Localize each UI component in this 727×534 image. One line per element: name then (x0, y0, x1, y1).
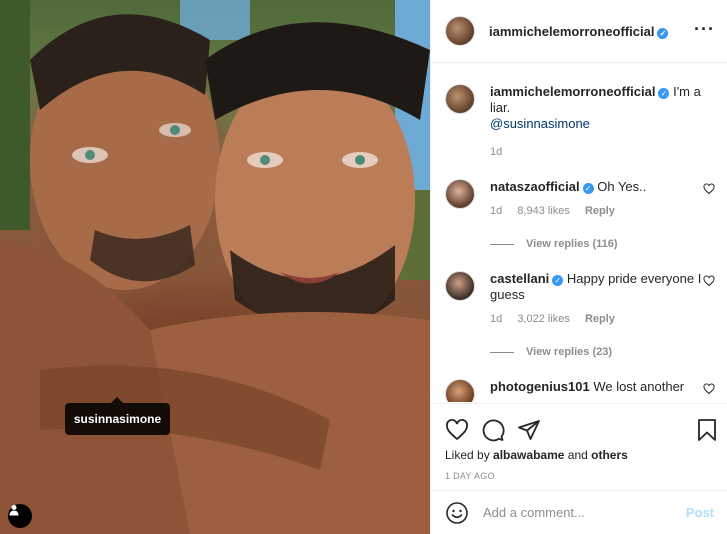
author-avatar[interactable] (445, 84, 475, 114)
save-bookmark-icon[interactable] (696, 418, 718, 442)
photo-illustration (0, 0, 430, 534)
view-replies-button[interactable]: View replies (23) (490, 346, 612, 358)
comment-meta: 1d 8,943 likes Reply (490, 205, 715, 217)
reply-button[interactable]: Reply (585, 205, 615, 217)
view-replies-label[interactable]: View replies (23) (526, 346, 612, 358)
replies-divider (490, 351, 514, 353)
action-icons (445, 418, 541, 442)
commenter-avatar[interactable] (445, 179, 475, 209)
share-paper-plane-icon[interactable] (517, 418, 541, 442)
caption-age[interactable]: 1d (490, 146, 502, 158)
like-comment-heart-icon[interactable] (703, 183, 715, 195)
comment-bubble-icon[interactable] (481, 418, 505, 442)
comment-age[interactable]: 1d (490, 205, 502, 217)
verified-icon: ✓ (552, 275, 564, 286)
more-options-icon[interactable]: ··· (694, 20, 715, 38)
post-side-panel: iammichelemorroneofficial ✓ ··· iammichel… (430, 0, 727, 534)
comments-list[interactable]: iammichelemorroneofficial ✓ I'm a liar. @… (431, 64, 727, 402)
tagged-users-button[interactable] (8, 504, 32, 528)
user-tag-text: susinnasimone (73, 412, 162, 426)
liked-by-user-link[interactable]: albawabame (493, 448, 564, 462)
caption-meta: 1d (490, 146, 715, 158)
comment-username[interactable]: natasza​official (490, 179, 580, 194)
comment-username[interactable]: castellani (490, 271, 549, 286)
comment-username[interactable]: photogenius101 (490, 379, 590, 394)
view-replies-button[interactable]: View replies (116) (490, 238, 618, 250)
verified-icon: ✓ (657, 27, 669, 39)
post-photo[interactable]: susinnasimone (0, 0, 430, 534)
emoji-icon[interactable] (445, 501, 469, 525)
comment-likes[interactable]: 3,022 likes (517, 313, 570, 325)
post-comment-button[interactable]: Post (686, 505, 714, 520)
caption-username[interactable]: iammichelemorroneofficial (490, 84, 655, 99)
post-actions: Liked by albawabame and others 1 DAY AGO (431, 403, 727, 490)
comment-item: photogenius101 We lost another (445, 379, 715, 402)
comment-text: Oh Yes.. (597, 179, 647, 194)
comment-item: natasza​official ✓ Oh Yes.. 1d 8,943 like… (445, 179, 715, 217)
like-heart-icon[interactable] (445, 418, 469, 442)
author-avatar[interactable] (445, 16, 475, 46)
verified-icon: ✓ (582, 183, 594, 194)
user-icon (9, 505, 19, 516)
caption-mention-link[interactable]: @susinnasimone (490, 116, 590, 131)
comment-text: We lost another (593, 379, 685, 394)
likes-summary: Liked by albawabame and others (445, 448, 628, 462)
commenter-avatar[interactable] (445, 379, 475, 402)
verified-icon: ✓ (658, 88, 670, 99)
add-comment-bar: Post (431, 490, 727, 534)
author-username[interactable]: iammichelemorroneofficial ✓ (489, 24, 669, 39)
liked-by-others-link[interactable]: others (591, 448, 628, 462)
like-comment-heart-icon[interactable] (703, 383, 715, 395)
author-username-text[interactable]: iammichelemorroneofficial (489, 24, 654, 39)
likes-joiner: and (567, 448, 588, 462)
reply-button[interactable]: Reply (585, 313, 615, 325)
post-timestamp[interactable]: 1 DAY AGO (445, 471, 495, 481)
replies-divider (490, 243, 514, 245)
post-caption: iammichelemorroneofficial ✓ I'm a liar. @… (445, 84, 715, 158)
comment-item: castellani ✓ Happy pride everyone I guess… (445, 271, 715, 325)
post-header: iammichelemorroneofficial ✓ ··· (431, 0, 727, 63)
view-replies-label[interactable]: View replies (116) (526, 238, 618, 250)
comment-age[interactable]: 1d (490, 313, 502, 325)
user-tag-label[interactable]: susinnasimone (65, 397, 170, 435)
comment-input[interactable] (483, 505, 673, 520)
like-comment-heart-icon[interactable] (703, 275, 715, 287)
comment-likes[interactable]: 8,943 likes (517, 205, 570, 217)
commenter-avatar[interactable] (445, 271, 475, 301)
comment-meta: 1d 3,022 likes Reply (490, 313, 715, 325)
likes-prefix: Liked by (445, 448, 490, 462)
